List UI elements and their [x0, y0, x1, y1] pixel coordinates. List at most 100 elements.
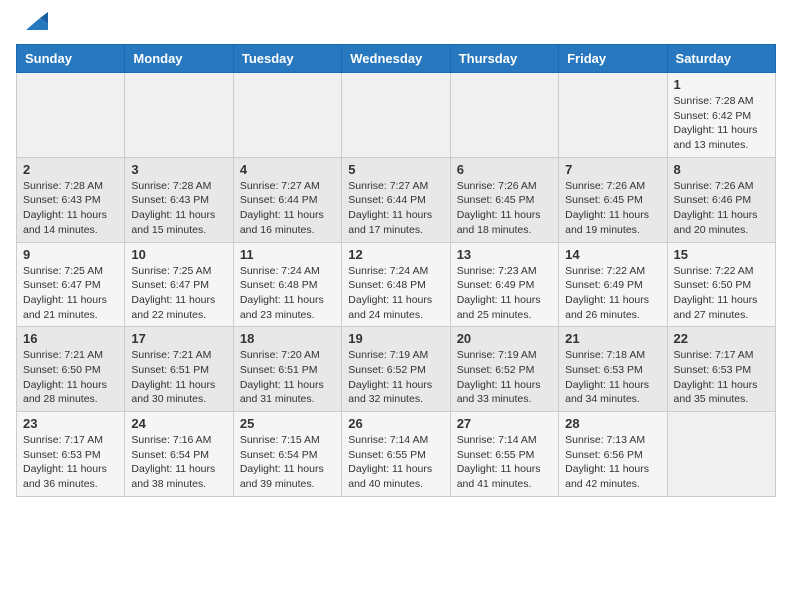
day-number: 24 [131, 416, 226, 431]
calendar-cell [342, 73, 450, 158]
day-info: Sunrise: 7:25 AM Sunset: 6:47 PM Dayligh… [23, 264, 118, 323]
calendar-cell: 17 Sunrise: 7:21 AM Sunset: 6:51 PM Dayli… [125, 327, 233, 412]
calendar-cell: 13 Sunrise: 7:23 AM Sunset: 6:49 PM Dayli… [450, 242, 558, 327]
day-info: Sunrise: 7:19 AM Sunset: 6:52 PM Dayligh… [457, 348, 552, 407]
calendar-cell: 21 Sunrise: 7:18 AM Sunset: 6:53 PM Dayli… [559, 327, 667, 412]
calendar-cell: 26Sunrise: 7:14 AM Sunset: 6:55 PM Dayli… [342, 412, 450, 497]
day-number: 1 [674, 77, 769, 92]
day-number: 18 [240, 331, 335, 346]
day-info: Sunrise: 7:22 AM Sunset: 6:50 PM Dayligh… [674, 264, 769, 323]
calendar-cell [667, 412, 775, 497]
calendar-cell: 1 Sunrise: 7:28 AM Sunset: 6:42 PM Daylig… [667, 73, 775, 158]
day-number: 25 [240, 416, 335, 431]
day-info: Sunrise: 7:28 AM Sunset: 6:42 PM Dayligh… [674, 94, 769, 153]
day-info: Sunrise: 7:19 AM Sunset: 6:52 PM Dayligh… [348, 348, 443, 407]
day-info: Sunrise: 7:14 AM Sunset: 6:55 PM Dayligh… [348, 433, 443, 492]
day-info: Sunrise: 7:18 AM Sunset: 6:53 PM Dayligh… [565, 348, 660, 407]
day-number: 2 [23, 162, 118, 177]
day-number: 21 [565, 331, 660, 346]
calendar-cell [233, 73, 341, 158]
calendar-week-row: 23 Sunrise: 7:17 AM Sunset: 6:53 PM Dayli… [17, 412, 776, 497]
day-number: 13 [457, 247, 552, 262]
column-header-thursday: Thursday [450, 45, 558, 73]
day-info: Sunrise: 7:26 AM Sunset: 6:45 PM Dayligh… [565, 179, 660, 238]
calendar-cell: 5 Sunrise: 7:27 AM Sunset: 6:44 PM Daylig… [342, 157, 450, 242]
day-info: Sunrise: 7:21 AM Sunset: 6:50 PM Dayligh… [23, 348, 118, 407]
day-number: 15 [674, 247, 769, 262]
day-info: Sunrise: 7:15 AM Sunset: 6:54 PM Dayligh… [240, 433, 335, 492]
day-number: 11 [240, 247, 335, 262]
day-info: Sunrise: 7:22 AM Sunset: 6:49 PM Dayligh… [565, 264, 660, 323]
calendar-cell: 11 Sunrise: 7:24 AM Sunset: 6:48 PM Dayli… [233, 242, 341, 327]
calendar-cell: 16 Sunrise: 7:21 AM Sunset: 6:50 PM Dayli… [17, 327, 125, 412]
calendar-cell: 12 Sunrise: 7:24 AM Sunset: 6:48 PM Dayli… [342, 242, 450, 327]
calendar-cell: 24 Sunrise: 7:16 AM Sunset: 6:54 PM Dayli… [125, 412, 233, 497]
day-info: Sunrise: 7:28 AM Sunset: 6:43 PM Dayligh… [23, 179, 118, 238]
column-header-monday: Monday [125, 45, 233, 73]
day-number: 8 [674, 162, 769, 177]
calendar-cell: 23 Sunrise: 7:17 AM Sunset: 6:53 PM Dayli… [17, 412, 125, 497]
day-info: Sunrise: 7:26 AM Sunset: 6:46 PM Dayligh… [674, 179, 769, 238]
day-info: Sunrise: 7:27 AM Sunset: 6:44 PM Dayligh… [348, 179, 443, 238]
day-number: 20 [457, 331, 552, 346]
calendar-cell: 15 Sunrise: 7:22 AM Sunset: 6:50 PM Dayli… [667, 242, 775, 327]
day-info: Sunrise: 7:17 AM Sunset: 6:53 PM Dayligh… [23, 433, 118, 492]
logo-icon [18, 10, 48, 34]
day-info: Sunrise: 7:27 AM Sunset: 6:44 PM Dayligh… [240, 179, 335, 238]
day-number: 19 [348, 331, 443, 346]
day-info: Sunrise: 7:28 AM Sunset: 6:43 PM Dayligh… [131, 179, 226, 238]
calendar-cell: 8 Sunrise: 7:26 AM Sunset: 6:46 PM Daylig… [667, 157, 775, 242]
day-info: Sunrise: 7:13 AM Sunset: 6:56 PM Dayligh… [565, 433, 660, 492]
calendar-cell: 19 Sunrise: 7:19 AM Sunset: 6:52 PM Dayli… [342, 327, 450, 412]
calendar-cell: 28 Sunrise: 7:13 AM Sunset: 6:56 PM Dayli… [559, 412, 667, 497]
day-info: Sunrise: 7:26 AM Sunset: 6:45 PM Dayligh… [457, 179, 552, 238]
calendar-cell: 10 Sunrise: 7:25 AM Sunset: 6:47 PM Dayli… [125, 242, 233, 327]
day-number: 16 [23, 331, 118, 346]
calendar-cell [125, 73, 233, 158]
calendar-cell [450, 73, 558, 158]
calendar-cell: 3Sunrise: 7:28 AM Sunset: 6:43 PM Daylig… [125, 157, 233, 242]
day-info: Sunrise: 7:16 AM Sunset: 6:54 PM Dayligh… [131, 433, 226, 492]
column-header-friday: Friday [559, 45, 667, 73]
calendar-cell: 20 Sunrise: 7:19 AM Sunset: 6:52 PM Dayli… [450, 327, 558, 412]
day-number: 12 [348, 247, 443, 262]
calendar-cell: 27 Sunrise: 7:14 AM Sunset: 6:55 PM Dayli… [450, 412, 558, 497]
column-header-wednesday: Wednesday [342, 45, 450, 73]
column-header-sunday: Sunday [17, 45, 125, 73]
column-header-saturday: Saturday [667, 45, 775, 73]
calendar-week-row: 16 Sunrise: 7:21 AM Sunset: 6:50 PM Dayli… [17, 327, 776, 412]
calendar-cell [559, 73, 667, 158]
day-number: 23 [23, 416, 118, 431]
day-number: 4 [240, 162, 335, 177]
day-info: Sunrise: 7:24 AM Sunset: 6:48 PM Dayligh… [240, 264, 335, 323]
day-info: Sunrise: 7:21 AM Sunset: 6:51 PM Dayligh… [131, 348, 226, 407]
calendar-cell: 7 Sunrise: 7:26 AM Sunset: 6:45 PM Daylig… [559, 157, 667, 242]
day-number: 7 [565, 162, 660, 177]
day-number: 6 [457, 162, 552, 177]
day-number: 28 [565, 416, 660, 431]
calendar-cell: 18 Sunrise: 7:20 AM Sunset: 6:51 PM Dayli… [233, 327, 341, 412]
day-info: Sunrise: 7:25 AM Sunset: 6:47 PM Dayligh… [131, 264, 226, 323]
calendar-cell: 9 Sunrise: 7:25 AM Sunset: 6:47 PM Daylig… [17, 242, 125, 327]
page-header [16, 16, 776, 36]
day-info: Sunrise: 7:20 AM Sunset: 6:51 PM Dayligh… [240, 348, 335, 407]
day-number: 10 [131, 247, 226, 262]
day-info: Sunrise: 7:14 AM Sunset: 6:55 PM Dayligh… [457, 433, 552, 492]
calendar-week-row: 2 Sunrise: 7:28 AM Sunset: 6:43 PM Daylig… [17, 157, 776, 242]
calendar-header-row: SundayMondayTuesdayWednesdayThursdayFrid… [17, 45, 776, 73]
day-number: 9 [23, 247, 118, 262]
day-info: Sunrise: 7:23 AM Sunset: 6:49 PM Dayligh… [457, 264, 552, 323]
day-number: 5 [348, 162, 443, 177]
calendar-cell: 2 Sunrise: 7:28 AM Sunset: 6:43 PM Daylig… [17, 157, 125, 242]
day-number: 14 [565, 247, 660, 262]
day-info: Sunrise: 7:17 AM Sunset: 6:53 PM Dayligh… [674, 348, 769, 407]
day-number: 27 [457, 416, 552, 431]
calendar-week-row: 1 Sunrise: 7:28 AM Sunset: 6:42 PM Daylig… [17, 73, 776, 158]
calendar-table: SundayMondayTuesdayWednesdayThursdayFrid… [16, 44, 776, 497]
calendar-cell: 6 Sunrise: 7:26 AM Sunset: 6:45 PM Daylig… [450, 157, 558, 242]
column-header-tuesday: Tuesday [233, 45, 341, 73]
day-info: Sunrise: 7:24 AM Sunset: 6:48 PM Dayligh… [348, 264, 443, 323]
day-number: 17 [131, 331, 226, 346]
calendar-cell: 14 Sunrise: 7:22 AM Sunset: 6:49 PM Dayli… [559, 242, 667, 327]
calendar-cell: 22Sunrise: 7:17 AM Sunset: 6:53 PM Dayli… [667, 327, 775, 412]
